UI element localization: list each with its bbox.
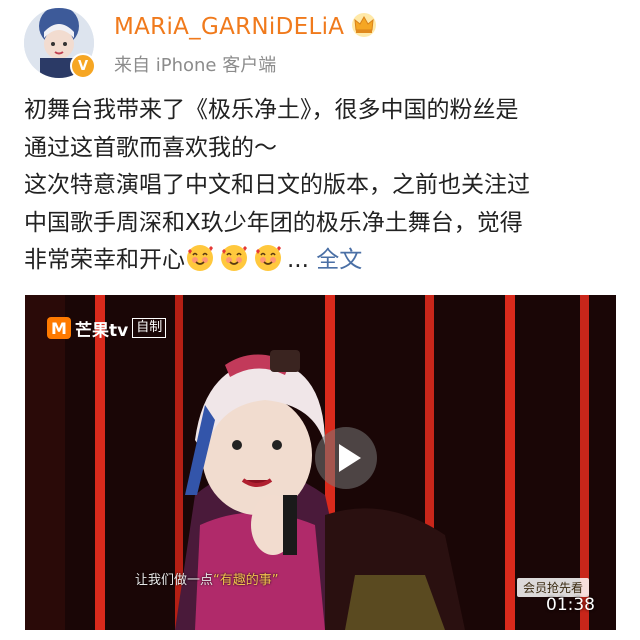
username[interactable]: MARiA_GARNiDELiA — [114, 14, 344, 40]
play-icon — [339, 444, 361, 472]
play-button[interactable] — [315, 427, 377, 489]
ellipsis: ... — [287, 247, 309, 273]
logo-badge: 自制 — [132, 318, 167, 338]
post-header: V MARiA_GARNiDELiA 来自 iPhone 客户端 — [0, 0, 640, 86]
smiling-face-with-hearts-icon — [221, 245, 247, 271]
post-line-last: 非常荣幸和开心 ... 全文 — [24, 242, 624, 280]
post-line: 非常荣幸和开心 — [24, 247, 185, 273]
logo-text: 芒果tv — [75, 320, 129, 341]
post-source: 来自 iPhone 客户端 — [114, 55, 277, 76]
video-duration: 01:38 — [546, 595, 595, 615]
subtitle-highlight: “有趣的事” — [213, 573, 279, 588]
crown-icon[interactable] — [350, 12, 378, 38]
smiling-face-with-hearts-icon — [187, 245, 213, 271]
post-text: 初舞台我带来了《极乐净土》，很多中国的粉丝是 通过这首歌而喜欢我的～ 这次特意演… — [24, 92, 624, 280]
post-line: 通过这首歌而喜欢我的～ — [24, 134, 277, 161]
logo-mark: M — [47, 317, 71, 339]
video-subtitle: 让我们做一点“有趣的事” — [135, 569, 279, 588]
verified-badge-icon: V — [70, 53, 96, 79]
smiling-face-with-hearts-icon — [255, 245, 281, 271]
mango-tv-logo: M 芒果tv 自制 — [47, 315, 167, 341]
full-text-link[interactable]: 全文 — [316, 247, 362, 273]
post-line: 初舞台我带来了《极乐净土》，很多中国的粉丝是 — [24, 97, 519, 123]
video-player[interactable]: M 芒果tv 自制 让我们做一点“有趣的事” 会员抢先看 01:38 — [25, 295, 616, 630]
post-line: 中国歌手周深和X玖少年团的极乐净土舞台，觉得 — [24, 209, 523, 236]
post-line: 这次特意演唱了中文和日文的版本，之前也关注过 — [24, 172, 530, 198]
subtitle-text: 让我们做一点 — [135, 573, 214, 588]
